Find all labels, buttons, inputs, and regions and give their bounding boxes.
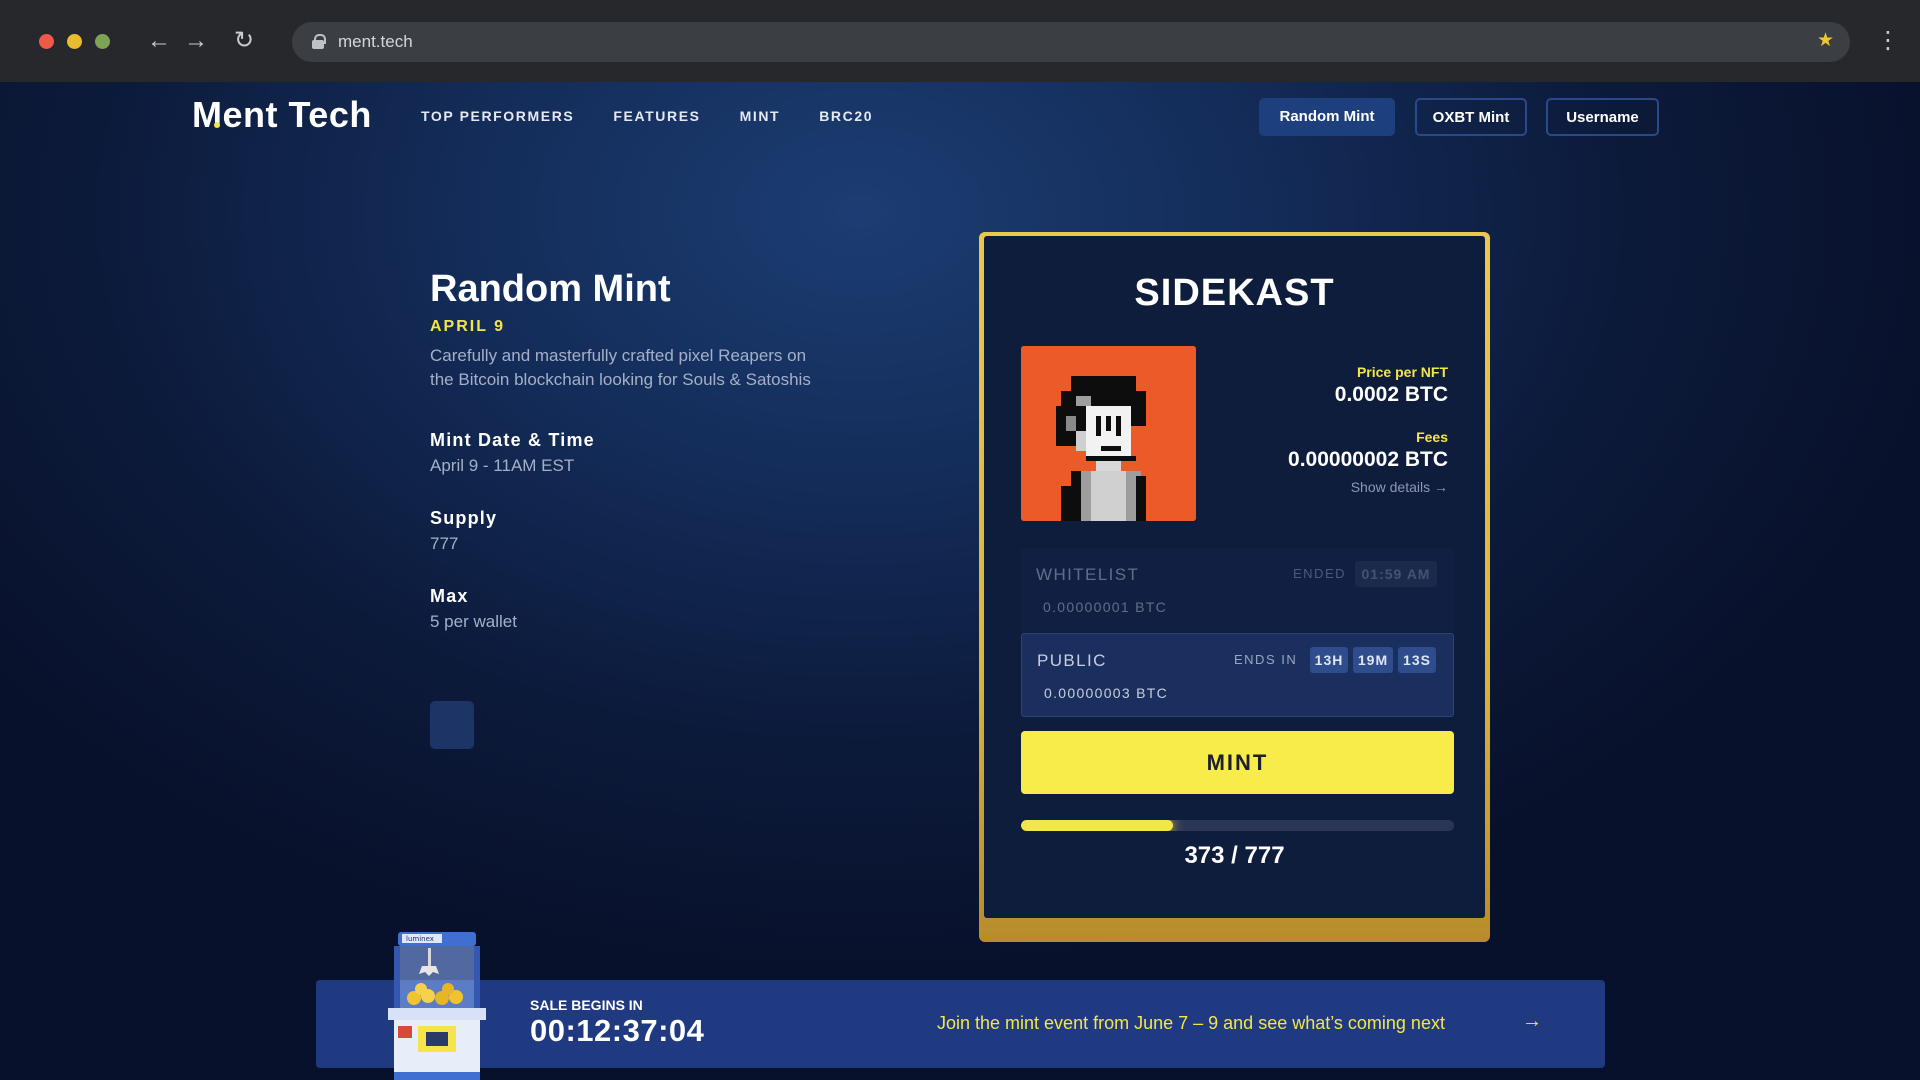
whitelist-phase[interactable]: WHITELIST ENDED 01:59 AM 0.00000001 BTC bbox=[1021, 548, 1454, 632]
fees-label: Fees bbox=[1416, 429, 1448, 445]
username-button[interactable]: Username bbox=[1546, 98, 1659, 136]
claw-machine-illustration: luminex bbox=[388, 932, 486, 1080]
nav-features[interactable]: FEATURES bbox=[613, 108, 700, 124]
public-price: 0.00000003 BTC bbox=[1044, 685, 1169, 701]
nav-mint[interactable]: MINT bbox=[740, 108, 781, 124]
forward-arrow-icon[interactable]: → bbox=[182, 27, 210, 55]
logo-accent-dot bbox=[214, 122, 220, 128]
whitelist-price: 0.00000001 BTC bbox=[1043, 599, 1168, 615]
collection-title: SIDEKAST bbox=[1134, 272, 1335, 314]
site-logo[interactable]: Ment Tech bbox=[192, 94, 372, 136]
sale-label: SALE BEGINS IN bbox=[530, 997, 643, 1013]
show-details-link[interactable]: Show details → bbox=[1351, 479, 1448, 495]
kebab-menu-icon[interactable]: ⋮ bbox=[1876, 24, 1900, 58]
address-bar[interactable]: ment.tech ★ bbox=[292, 22, 1850, 62]
pixel-character-icon bbox=[1021, 346, 1196, 521]
spec-label-date: Mint Date & Time bbox=[430, 430, 595, 450]
price-label: Price per NFT bbox=[1356, 364, 1448, 380]
url-text[interactable]: ment.tech bbox=[338, 32, 413, 52]
mint-card-body: SIDEKAST Price per NFT 0.0002 BTC Fees 0… bbox=[984, 236, 1485, 918]
public-seconds-chip: 13S bbox=[1398, 647, 1436, 673]
window-close-button[interactable] bbox=[39, 34, 54, 49]
star-icon[interactable]: ★ bbox=[1817, 29, 1834, 52]
fees-value: 0.00000002 BTC bbox=[1288, 448, 1448, 471]
spec-label-max: Max bbox=[430, 586, 469, 606]
arrow-right-icon[interactable]: → bbox=[1522, 1010, 1542, 1033]
whitelist-status: ENDED bbox=[1293, 566, 1347, 581]
sale-countdown: 00:12:37:04 bbox=[530, 1013, 705, 1048]
spec-value-max: 5 per wallet bbox=[430, 612, 517, 631]
mint-progress-count: 373 / 777 bbox=[1184, 842, 1285, 869]
page-title: Random Mint bbox=[430, 268, 671, 310]
window-minimize-button[interactable] bbox=[67, 34, 82, 49]
back-arrow-icon[interactable]: ← bbox=[145, 27, 173, 55]
whitelist-time-chip: 01:59 AM bbox=[1355, 561, 1437, 587]
mint-progress-fill bbox=[1021, 820, 1173, 831]
mint-date-tag: APRIL 9 bbox=[430, 318, 506, 335]
page: Ment Tech TOP PERFORMERS FEATURES MINT B… bbox=[0, 82, 1920, 1080]
spec-value-date: April 9 - 11AM EST bbox=[430, 456, 575, 475]
spec-label-supply: Supply bbox=[430, 508, 498, 528]
spec-value-supply: 777 bbox=[430, 534, 459, 553]
sale-banner[interactable]: SALE BEGINS IN 00:12:37:04 Join the mint… bbox=[316, 980, 1605, 1068]
whitelist-phase-name: WHITELIST bbox=[1036, 565, 1140, 584]
lock-icon bbox=[312, 34, 326, 49]
nav-brc20[interactable]: BRC20 bbox=[819, 108, 873, 124]
public-phase[interactable]: PUBLIC ENDS IN 13H 19M 13S 0.00000003 BT… bbox=[1021, 633, 1454, 717]
mint-info: Random Mint APRIL 9 Carefully and master… bbox=[430, 268, 860, 632]
public-hours-chip: 13H bbox=[1310, 647, 1348, 673]
square-action-button[interactable] bbox=[430, 701, 474, 749]
public-minutes-chip: 19M bbox=[1353, 647, 1393, 673]
window-maximize-button[interactable] bbox=[95, 34, 110, 49]
mint-card: SIDEKAST Price per NFT 0.0002 BTC Fees 0… bbox=[979, 232, 1490, 942]
main-nav: TOP PERFORMERS FEATURES MINT BRC20 bbox=[421, 108, 873, 124]
public-phase-name: PUBLIC bbox=[1037, 651, 1107, 670]
mint-description: Carefully and masterfully crafted pixel … bbox=[430, 346, 811, 389]
random-mint-button[interactable]: Random Mint bbox=[1259, 98, 1395, 136]
mint-progress-bar bbox=[1021, 820, 1454, 831]
machine-brand-label: luminex bbox=[406, 935, 434, 943]
public-status: ENDS IN bbox=[1234, 652, 1298, 667]
browser-chrome: ← → ↻ ment.tech ★ ⋮ bbox=[0, 0, 1920, 82]
mint-button[interactable]: MINT bbox=[1021, 731, 1454, 794]
price-value: 0.0002 BTC bbox=[1334, 383, 1448, 406]
reload-icon[interactable]: ↻ bbox=[230, 27, 258, 55]
oxbt-mint-button[interactable]: OXBT Mint bbox=[1415, 98, 1527, 136]
nft-preview-image bbox=[1021, 346, 1196, 521]
join-event-link[interactable]: Join the mint event from June 7 – 9 and … bbox=[937, 1013, 1445, 1034]
nav-top-performers[interactable]: TOP PERFORMERS bbox=[421, 108, 574, 124]
